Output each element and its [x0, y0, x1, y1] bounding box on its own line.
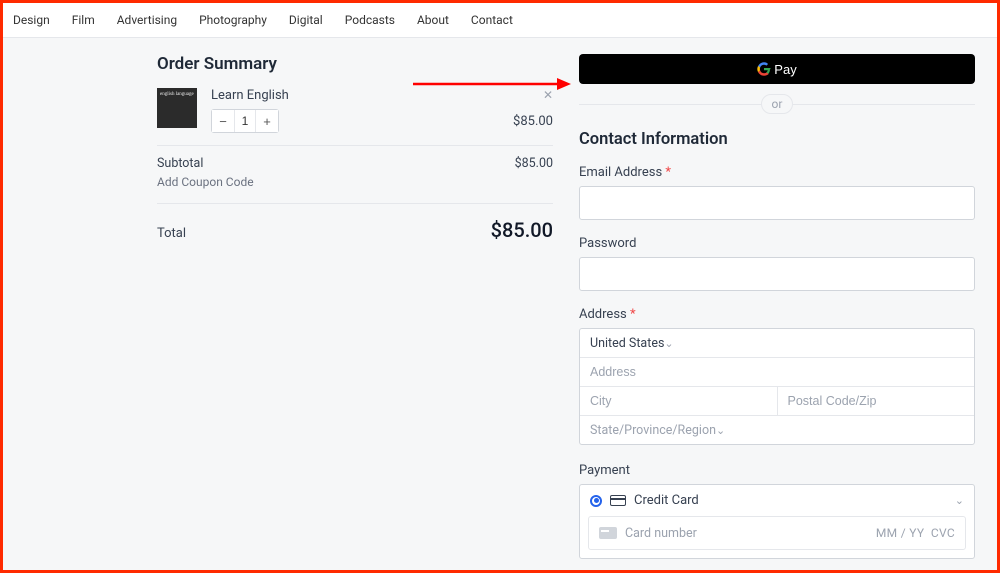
total-value: $85.00 [491, 218, 553, 242]
email-field[interactable] [579, 186, 975, 220]
credit-card-icon [610, 495, 626, 506]
country-select[interactable]: United States ⌄ [580, 329, 684, 357]
or-separator: or [579, 94, 975, 114]
address-line-field[interactable] [580, 358, 974, 386]
cart-line-item: Learn English − + $85.00 ✕ [157, 88, 553, 146]
product-thumbnail [157, 88, 197, 128]
address-label: Address * [579, 307, 975, 322]
email-label: Email Address * [579, 165, 975, 180]
state-placeholder: State/Province/Region [590, 423, 716, 438]
payment-method-box: Credit Card ⌄ Card number MM / YY CVC [579, 484, 975, 559]
product-name: Learn English [211, 88, 289, 103]
order-summary-panel: Order Summary Learn English − + $85.00 ✕… [157, 38, 553, 559]
chevron-down-icon: ⌄ [664, 337, 673, 350]
card-number-placeholder: Card number [625, 526, 697, 541]
payment-label: Payment [579, 463, 975, 478]
nav-item-design[interactable]: Design [13, 13, 50, 27]
nav-item-contact[interactable]: Contact [471, 13, 513, 27]
card-number-field[interactable]: Card number MM / YY CVC [588, 516, 966, 550]
nav-item-photography[interactable]: Photography [199, 13, 267, 27]
contact-information-heading: Contact Information [579, 130, 975, 149]
subtotal-label: Subtotal [157, 156, 203, 171]
credit-card-label: Credit Card [634, 493, 699, 508]
nav-item-film[interactable]: Film [72, 13, 95, 27]
nav-item-about[interactable]: About [417, 13, 449, 27]
country-selected-value: United States [590, 336, 664, 351]
nav-item-advertising[interactable]: Advertising [117, 13, 177, 27]
order-summary-title: Order Summary [157, 54, 553, 74]
google-icon [757, 62, 771, 76]
chevron-down-icon: ⌄ [716, 424, 725, 437]
quantity-increase-button[interactable]: + [256, 110, 278, 132]
nav-item-podcasts[interactable]: Podcasts [345, 13, 395, 27]
nav-item-digital[interactable]: Digital [289, 13, 323, 27]
password-label: Password [579, 236, 975, 251]
password-field[interactable] [579, 257, 975, 291]
postal-code-field[interactable] [777, 387, 975, 415]
google-pay-button[interactable]: Pay [579, 54, 975, 84]
address-group: United States ⌄ State/Province/Region ⌄ [579, 328, 975, 445]
payment-method-credit-card[interactable]: Credit Card ⌄ [580, 485, 974, 516]
add-coupon-link[interactable]: Add Coupon Code [157, 175, 553, 189]
quantity-stepper: − + [211, 109, 279, 133]
checkout-form-panel: Pay or Contact Information Email Address… [579, 38, 975, 559]
remove-item-button[interactable]: ✕ [543, 88, 553, 102]
google-pay-label: Pay [774, 62, 796, 77]
city-field[interactable] [580, 387, 777, 415]
state-select[interactable]: State/Province/Region ⌄ [580, 416, 735, 444]
top-nav: Design Film Advertising Photography Digi… [3, 3, 997, 38]
line-item-price: $85.00 [513, 114, 553, 129]
quantity-decrease-button[interactable]: − [212, 110, 234, 132]
card-icon [599, 527, 617, 539]
quantity-input[interactable] [234, 110, 256, 132]
total-label: Total [157, 226, 186, 241]
chevron-down-icon: ⌄ [955, 494, 964, 507]
subtotal-value: $85.00 [515, 156, 553, 171]
radio-selected-icon [590, 495, 602, 507]
